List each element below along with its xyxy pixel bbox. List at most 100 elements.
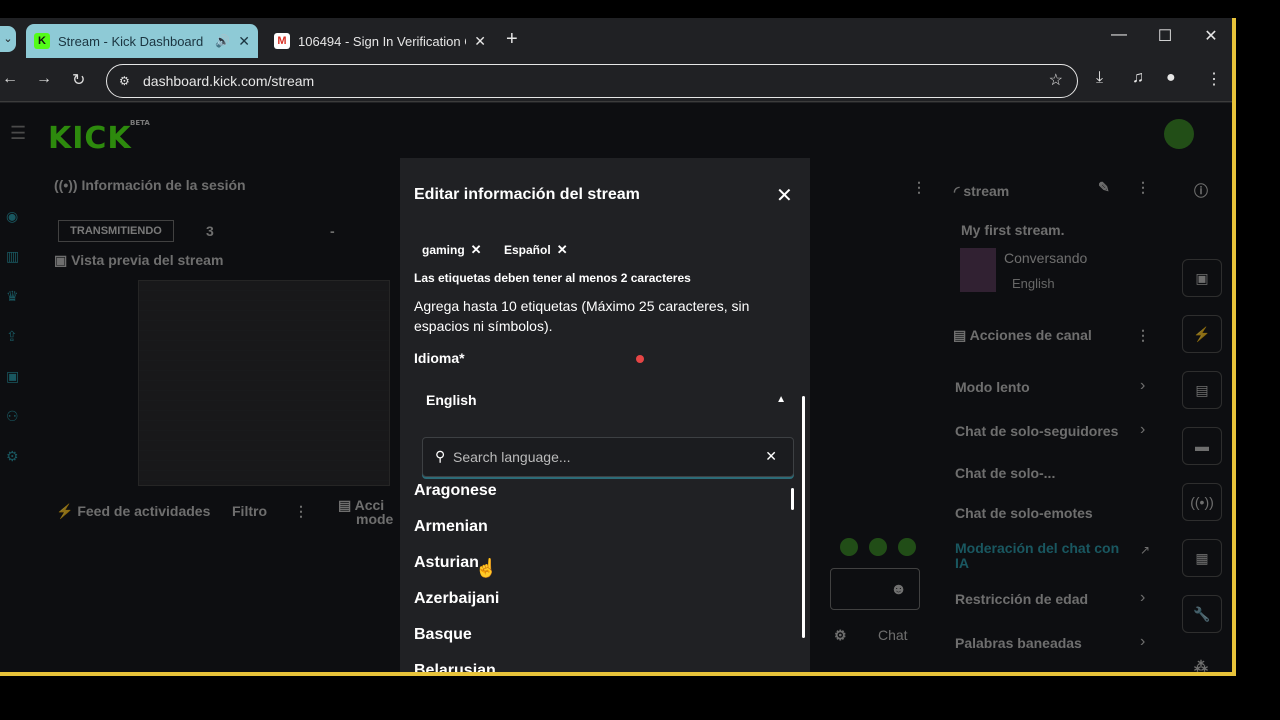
upload-icon[interactable]: ⇪ bbox=[6, 328, 18, 345]
stream-panel-title: ◜ stream bbox=[954, 183, 1010, 199]
user-avatar[interactable] bbox=[1164, 119, 1194, 149]
stream-icon[interactable]: ◉ bbox=[6, 208, 18, 225]
chevron-right-icon[interactable]: › bbox=[1140, 633, 1145, 651]
ai-moderation-item[interactable]: Moderación del chat con IA bbox=[955, 541, 1135, 571]
emotes-only-item[interactable]: Chat de solo-emotes bbox=[955, 505, 1093, 521]
chat-send-button[interactable]: Chat bbox=[878, 627, 908, 643]
more-icon[interactable]: ⋮ bbox=[912, 179, 926, 196]
address-bar[interactable]: ⚙ dashboard.kick.com/stream ☆ bbox=[106, 64, 1078, 98]
slow-mode-item[interactable]: Modo lento bbox=[955, 379, 1030, 395]
tab-search-icon[interactable]: ⌄ bbox=[0, 26, 16, 52]
edit-icon[interactable]: ✎ bbox=[1098, 179, 1110, 196]
cluster-icon[interactable]: ⁂ bbox=[1194, 658, 1208, 672]
download-icon[interactable]: ⤓ bbox=[1096, 69, 1103, 87]
close-icon[interactable]: ✕ bbox=[776, 183, 793, 208]
language-option[interactable]: Belarusian bbox=[414, 662, 496, 672]
emote-icon[interactable] bbox=[840, 538, 858, 556]
stream-preview[interactable] bbox=[138, 280, 390, 486]
stream-language: English bbox=[1012, 276, 1055, 291]
clear-search-icon[interactable]: ✕ bbox=[765, 448, 777, 465]
tab-title: 106494 - Sign In Verification Co bbox=[298, 33, 467, 49]
close-tab-icon[interactable]: ✕ bbox=[238, 33, 250, 50]
maximize-icon[interactable]: ☐ bbox=[1150, 26, 1180, 46]
close-tab-icon[interactable]: ✕ bbox=[474, 33, 486, 50]
wrench-icon[interactable]: 🔧 bbox=[1182, 595, 1222, 633]
chevron-right-icon[interactable]: › bbox=[1140, 589, 1145, 607]
filter-button[interactable]: Filtro bbox=[232, 503, 267, 519]
layout-icon[interactable]: ▦ bbox=[1182, 539, 1222, 577]
selected-language: English bbox=[426, 392, 477, 408]
new-tab-button[interactable]: + bbox=[506, 28, 518, 51]
more-icon[interactable]: ⋮ bbox=[1136, 179, 1150, 196]
browser-window: ⌄ K Stream - Kick Dashboard 🔊 ✕ M 106494… bbox=[0, 18, 1236, 676]
emoji-icon[interactable]: ☻ bbox=[890, 581, 907, 599]
menu-icon[interactable]: ⋮ bbox=[1206, 69, 1222, 89]
close-window-icon[interactable]: ✕ bbox=[1196, 26, 1226, 46]
banned-words-item[interactable]: Palabras baneadas bbox=[955, 635, 1082, 651]
language-select[interactable]: English ▲ bbox=[414, 380, 794, 420]
followers-only-item[interactable]: Chat de solo-seguidores bbox=[955, 423, 1118, 439]
more-icon[interactable]: ⋮ bbox=[1136, 327, 1150, 344]
tab-bar: ⌄ K Stream - Kick Dashboard 🔊 ✕ M 106494… bbox=[0, 18, 1232, 58]
viewer-count: 3 bbox=[206, 223, 214, 239]
broadcast-icon[interactable]: ((•)) bbox=[1182, 483, 1222, 521]
actions-icon: ▤ bbox=[953, 327, 970, 343]
back-icon[interactable]: ← bbox=[2, 70, 18, 88]
emote-icon[interactable] bbox=[898, 538, 916, 556]
screenshot-icon[interactable]: ▣ bbox=[1182, 259, 1222, 297]
age-restriction-item[interactable]: Restricción de edad bbox=[955, 591, 1088, 607]
info-icon[interactable]: ⓘ bbox=[1194, 181, 1208, 201]
click-indicator bbox=[636, 355, 644, 363]
modal-title: Editar información del stream bbox=[414, 186, 640, 203]
doc-icon: ▤ bbox=[338, 497, 355, 513]
minimize-icon[interactable]: — bbox=[1104, 26, 1134, 44]
document-icon[interactable]: ▤ bbox=[1182, 371, 1222, 409]
language-search-input[interactable] bbox=[453, 446, 753, 468]
language-option[interactable]: Armenian bbox=[414, 518, 488, 536]
chevron-right-icon[interactable]: › bbox=[1140, 377, 1145, 395]
settings-icon[interactable]: ⚙ bbox=[6, 448, 19, 465]
kick-logo[interactable]: KICK BETA bbox=[48, 119, 150, 156]
remove-tag-icon[interactable]: ✕ bbox=[557, 242, 568, 258]
media-control-icon[interactable]: ♫ bbox=[1132, 69, 1144, 87]
bookmark-star-icon[interactable]: ☆ bbox=[1049, 65, 1063, 97]
sort-caret-icon: ▲ bbox=[776, 394, 786, 405]
reload-icon[interactable]: ↻ bbox=[72, 70, 85, 90]
bolt-icon[interactable]: ⚡ bbox=[1182, 315, 1222, 353]
language-option[interactable]: Aragonese bbox=[414, 482, 497, 500]
tag-chip: Español ✕ bbox=[504, 242, 568, 258]
site-info-icon[interactable]: ⚙ bbox=[119, 65, 130, 97]
speaker-icon[interactable]: 🔊 bbox=[215, 34, 230, 48]
profile-icon[interactable]: ● bbox=[1166, 69, 1176, 87]
channel-actions-title: ▤ Acciones de canal bbox=[953, 327, 1092, 343]
chat-settings-icon[interactable]: ⚙ bbox=[834, 627, 847, 644]
tag-hint: Agrega hasta 10 etiquetas (Máximo 25 car… bbox=[414, 298, 750, 334]
chat-input[interactable]: ☻ bbox=[830, 568, 920, 610]
language-option[interactable]: Basque bbox=[414, 626, 472, 644]
forward-icon[interactable]: → bbox=[36, 70, 52, 88]
external-link-icon[interactable]: ↗ bbox=[1140, 543, 1150, 557]
list-scrollbar[interactable] bbox=[791, 488, 794, 510]
chat-bubble-icon[interactable]: ▬ bbox=[1182, 427, 1222, 465]
trophy-icon[interactable]: ♛ bbox=[6, 288, 19, 305]
dropdown-scrollbar[interactable] bbox=[802, 396, 805, 638]
edit-stream-modal: Editar información del stream ✕ gaming ✕ … bbox=[400, 158, 810, 672]
users-icon[interactable]: ⚇ bbox=[6, 408, 19, 425]
tab-gmail[interactable]: M 106494 - Sign In Verification Co ✕ bbox=[266, 24, 494, 58]
emote-icon[interactable] bbox=[869, 538, 887, 556]
hamburger-icon[interactable]: ☰ bbox=[10, 123, 26, 144]
analytics-icon[interactable]: ▥ bbox=[6, 248, 19, 265]
more-icon[interactable]: ⋮ bbox=[294, 503, 308, 520]
bolt-icon: ⚡ bbox=[56, 503, 78, 519]
placeholder-dash: - bbox=[330, 223, 335, 239]
language-search-box: ⚲ ✕ bbox=[422, 437, 794, 477]
language-option[interactable]: Azerbaijani bbox=[414, 590, 499, 608]
tab-kick-dashboard[interactable]: K Stream - Kick Dashboard 🔊 ✕ bbox=[26, 24, 258, 58]
language-option[interactable]: Asturian bbox=[414, 554, 479, 572]
chevron-right-icon[interactable]: › bbox=[1140, 421, 1145, 439]
clip-icon[interactable]: ▣ bbox=[6, 368, 19, 385]
language-label: Idioma* bbox=[414, 350, 465, 366]
remove-tag-icon[interactable]: ✕ bbox=[471, 242, 482, 258]
subscribers-only-item[interactable]: Chat de solo-... bbox=[955, 465, 1055, 481]
activity-feed-title: ⚡ Feed de actividades bbox=[56, 503, 211, 519]
